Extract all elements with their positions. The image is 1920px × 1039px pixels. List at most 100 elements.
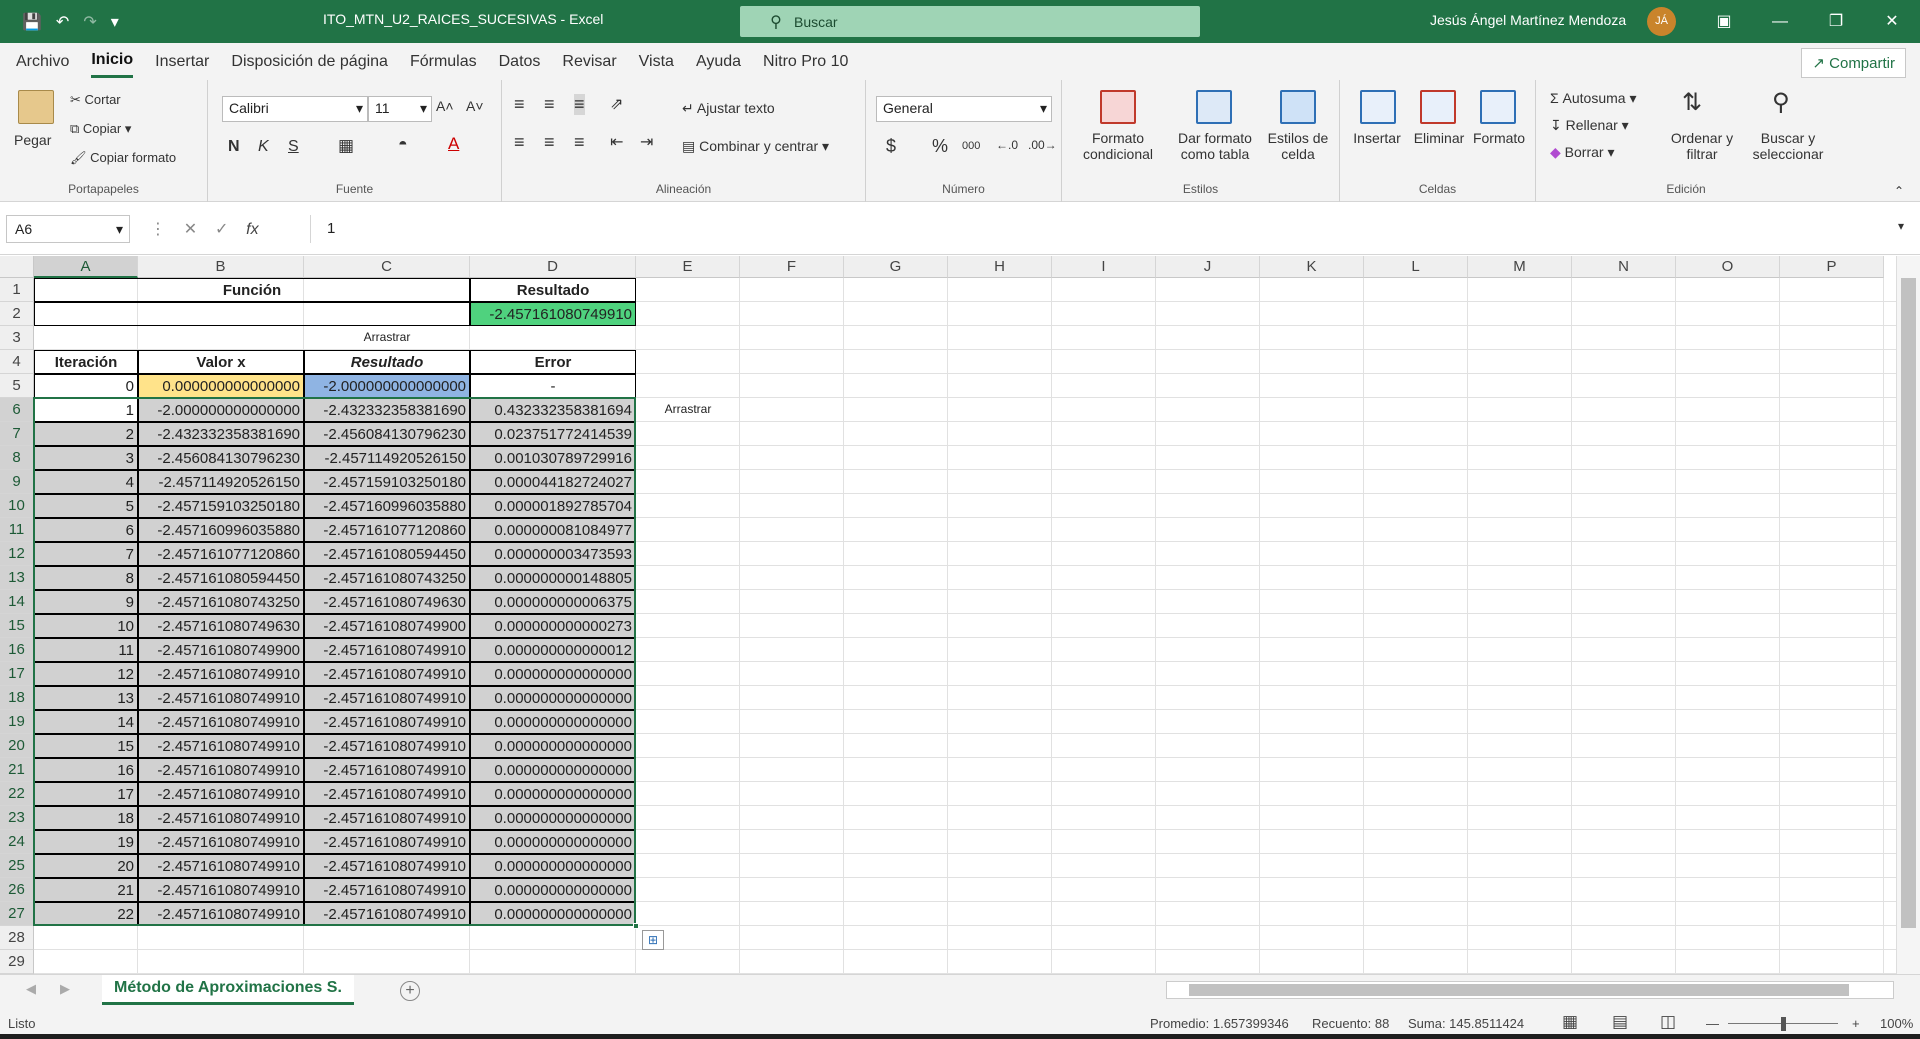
row-header-8[interactable]: 8	[0, 446, 34, 470]
column-header-f[interactable]: F	[740, 256, 844, 278]
cell-funcion-input[interactable]	[34, 302, 470, 326]
cell-iteracion[interactable]: 10	[34, 614, 138, 638]
next-sheet-icon[interactable]: ▶	[60, 981, 70, 997]
cell-error[interactable]: 0.000000000006375	[470, 590, 636, 614]
cell-iteracion[interactable]: 5	[34, 494, 138, 518]
paste-button[interactable]: Pegar	[14, 132, 51, 148]
zoom-slider-thumb[interactable]	[1781, 1017, 1786, 1031]
cell-valor-x[interactable]: -2.457161080749900	[138, 638, 304, 662]
select-all-corner[interactable]	[0, 256, 34, 278]
currency-icon[interactable]: $	[886, 136, 896, 157]
underline-button[interactable]: S	[288, 138, 299, 156]
cell-iteracion[interactable]: 18	[34, 806, 138, 830]
cell-error[interactable]: 0.023751772414539	[470, 422, 636, 446]
share-button[interactable]: ↗ Compartir	[1801, 48, 1906, 78]
delete-button[interactable]: Eliminar	[1406, 130, 1472, 146]
user-name[interactable]: Jesús Ángel Martínez Mendoza	[1430, 12, 1626, 28]
cell-resultado[interactable]: -2.457161080749910	[304, 806, 470, 830]
cell-iteracion[interactable]: 3	[34, 446, 138, 470]
cell-iteracion[interactable]: 21	[34, 878, 138, 902]
row-header-27[interactable]: 27	[0, 902, 34, 926]
cell-iteracion[interactable]: 15	[34, 734, 138, 758]
cell-error[interactable]: 0.000000000000000	[470, 782, 636, 806]
cell-valor-x[interactable]: -2.457161080749910	[138, 662, 304, 686]
autosum-button[interactable]: Σ Autosuma ▾	[1550, 90, 1637, 107]
column-header-m[interactable]: M	[1468, 256, 1572, 278]
column-header-p[interactable]: P	[1780, 256, 1884, 278]
header-resultado[interactable]: Resultado	[304, 350, 470, 374]
cell-iteracion[interactable]: 8	[34, 566, 138, 590]
cell-resultado[interactable]: -2.457161080749900	[304, 614, 470, 638]
percent-icon[interactable]: %	[932, 136, 948, 157]
quick-analysis-icon[interactable]: ⊞	[642, 930, 664, 950]
cell-error[interactable]: 0.000000000000000	[470, 758, 636, 782]
row-header-23[interactable]: 23	[0, 806, 34, 830]
cell-valor-x[interactable]: -2.457161077120860	[138, 542, 304, 566]
fill-handle[interactable]	[633, 923, 639, 929]
fill-color-icon[interactable]: ◓	[398, 136, 408, 154]
add-sheet-icon[interactable]: +	[400, 981, 420, 1001]
cell-error[interactable]: 0.432332358381694	[470, 398, 636, 422]
cell-iteracion[interactable]: 12	[34, 662, 138, 686]
expand-formula-icon[interactable]: ▾	[1898, 219, 1904, 233]
ribbon-display-icon[interactable]: ▣	[1696, 0, 1752, 43]
column-header-o[interactable]: O	[1676, 256, 1780, 278]
tab-disposicion[interactable]: Disposición de página	[231, 47, 388, 77]
align-right-icon[interactable]: ≡	[574, 132, 585, 153]
row-header-26[interactable]: 26	[0, 878, 34, 902]
cell-error[interactable]: 0.000001892785704	[470, 494, 636, 518]
cell-iteracion[interactable]: 4	[34, 470, 138, 494]
tab-insertar[interactable]: Insertar	[155, 47, 209, 77]
row-header-14[interactable]: 14	[0, 590, 34, 614]
cell-error[interactable]: 0.000000000000000	[470, 854, 636, 878]
cell-resultado[interactable]: -2.457161077120860	[304, 518, 470, 542]
format-button[interactable]: Formato	[1466, 130, 1532, 146]
column-header-a[interactable]: A	[34, 256, 138, 278]
cell-iteracion[interactable]: 0	[34, 374, 138, 398]
row-header-7[interactable]: 7	[0, 422, 34, 446]
row-header-20[interactable]: 20	[0, 734, 34, 758]
row-header-4[interactable]: 4	[0, 350, 34, 374]
cell-funcion-header[interactable]: Función	[34, 278, 470, 302]
column-header-c[interactable]: C	[304, 256, 470, 278]
row-header-24[interactable]: 24	[0, 830, 34, 854]
minimize-icon[interactable]: —	[1752, 0, 1808, 43]
normal-view-icon[interactable]: ▦	[1562, 1012, 1578, 1032]
cell-iteracion[interactable]: 22	[34, 902, 138, 926]
cell-iteracion[interactable]: 11	[34, 638, 138, 662]
format-painter-button[interactable]: 🖌 Copiar formato	[70, 150, 176, 166]
zoom-in-icon[interactable]: +	[1852, 1016, 1860, 1031]
row-header-3[interactable]: 3	[0, 326, 34, 350]
clear-button[interactable]: ◆ Borrar ▾	[1550, 144, 1614, 161]
insert-button[interactable]: Insertar	[1344, 130, 1410, 146]
cell-error[interactable]: 0.000000000000000	[470, 806, 636, 830]
cell-error[interactable]: 0.000044182724027	[470, 470, 636, 494]
cell-resultado[interactable]: -2.457161080749910	[304, 638, 470, 662]
cell-resultado[interactable]: -2.457114920526150	[304, 446, 470, 470]
cell-resultado[interactable]: -2.457161080749910	[304, 902, 470, 926]
row-header-10[interactable]: 10	[0, 494, 34, 518]
undo-icon[interactable]: ↶	[56, 12, 69, 32]
name-box[interactable]: A6 ▾	[6, 215, 130, 243]
cell-resultado[interactable]: -2.457161080749910	[304, 662, 470, 686]
cell-valor-x[interactable]: -2.457114920526150	[138, 470, 304, 494]
row-header-28[interactable]: 28	[0, 926, 34, 950]
cell-iteracion[interactable]: 13	[34, 686, 138, 710]
header-error[interactable]: Error	[470, 350, 636, 374]
cell-iteracion[interactable]: 7	[34, 542, 138, 566]
column-header-l[interactable]: L	[1364, 256, 1468, 278]
horizontal-scroll-thumb[interactable]	[1189, 984, 1849, 996]
cell-valor-x[interactable]: -2.457161080594450	[138, 566, 304, 590]
cell-iteracion[interactable]: 17	[34, 782, 138, 806]
cell-arrastrar-c3[interactable]: Arrastrar	[304, 326, 470, 350]
row-header-16[interactable]: 16	[0, 638, 34, 662]
paste-icon[interactable]	[18, 90, 54, 124]
conditional-format-button[interactable]: Formato condicional	[1062, 130, 1174, 162]
vertical-scroll-thumb[interactable]	[1901, 278, 1916, 928]
align-left-icon[interactable]: ≡	[514, 132, 525, 153]
align-top-icon[interactable]: ≡	[514, 94, 525, 115]
cell-valor-x[interactable]: -2.432332358381690	[138, 422, 304, 446]
cell-resultado[interactable]: -2.000000000000000	[304, 374, 470, 398]
horizontal-scrollbar[interactable]	[1166, 981, 1894, 999]
find-select-button[interactable]: Buscar y seleccionar	[1740, 130, 1836, 162]
